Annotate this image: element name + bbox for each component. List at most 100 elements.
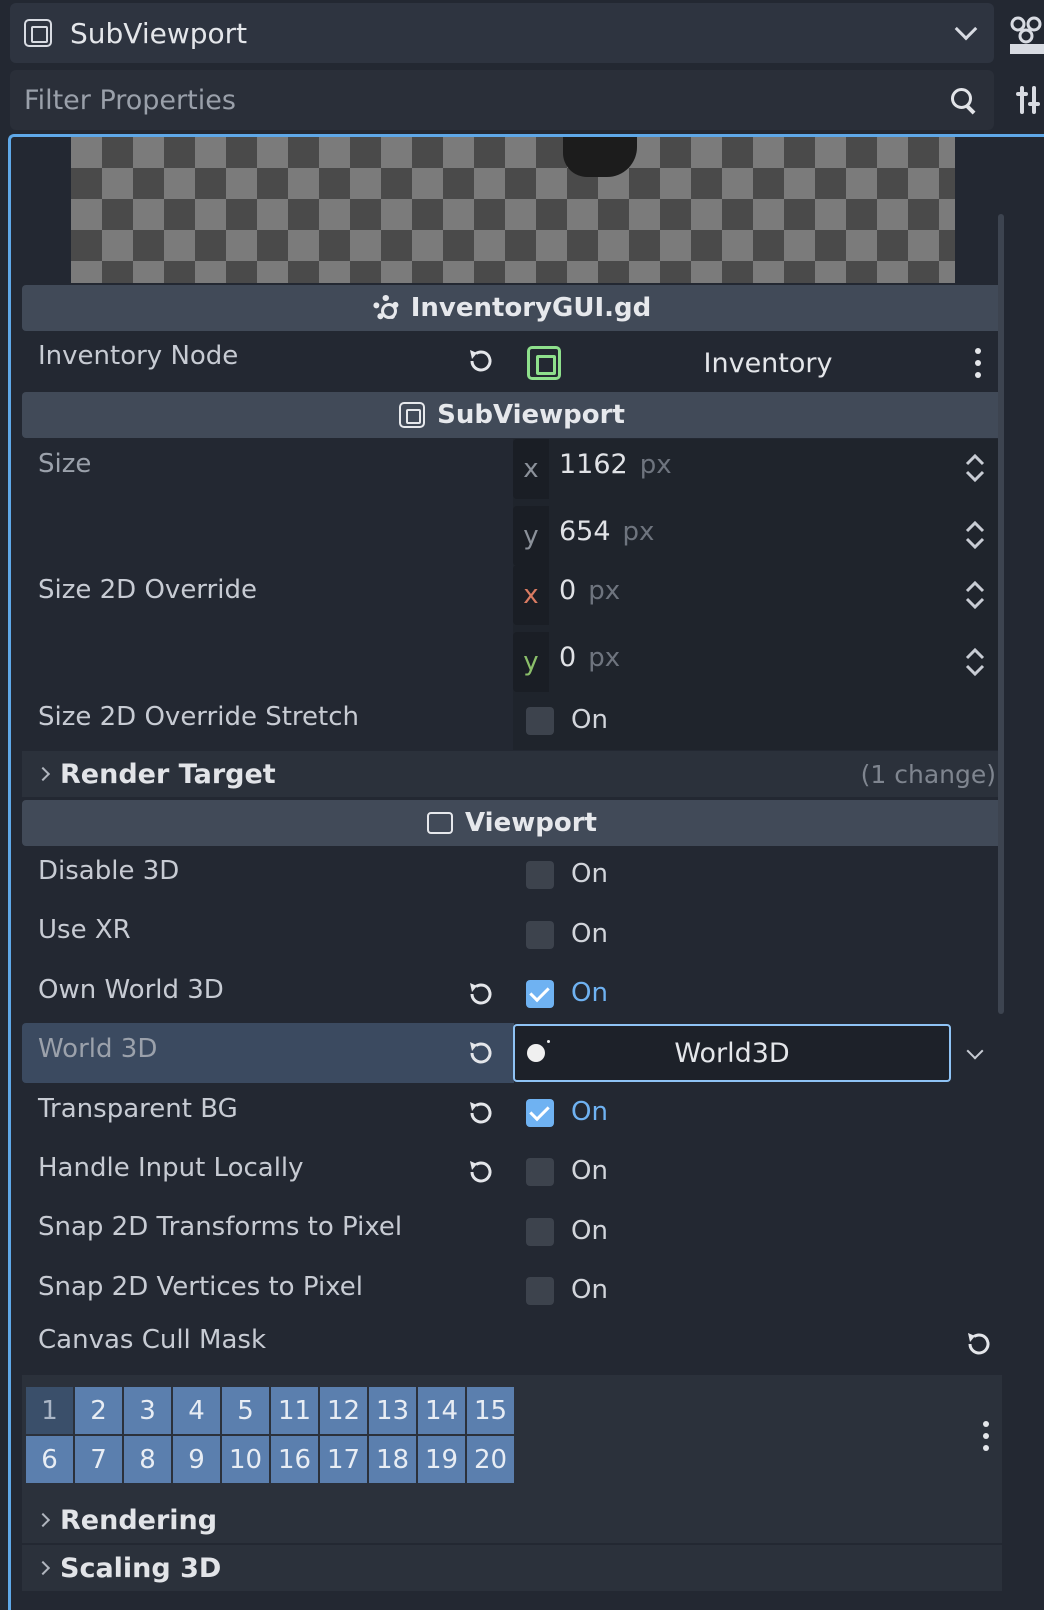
canvas-cull-mask-label: Canvas Cull Mask [38, 1325, 267, 1355]
layer-cell[interactable]: 16 [271, 1436, 318, 1483]
layer-cell[interactable]: 18 [369, 1436, 416, 1483]
layer-cell[interactable]: 19 [418, 1436, 465, 1483]
revert-icon[interactable] [466, 1099, 494, 1127]
size-2d-override-y-field[interactable]: 0 px [559, 642, 620, 673]
layer-cell[interactable]: 14 [418, 1387, 465, 1434]
size-y-axis: y [513, 506, 549, 566]
viewport-icon [427, 812, 454, 834]
layer-cell[interactable]: 17 [320, 1436, 367, 1483]
snap-2d-vertices-checkbox[interactable] [526, 1277, 554, 1305]
disable-3d-label: Disable 3D [38, 856, 180, 886]
size-x-field[interactable]: 1162 px [559, 449, 672, 480]
layer-cell[interactable]: 1 [26, 1387, 73, 1434]
render-target-group[interactable]: Render Target (1 change) [22, 751, 1002, 797]
size-label: Size [38, 449, 92, 479]
size-2d-override-y-axis: y [513, 632, 549, 692]
size-2d-override-stretch-value: On [571, 705, 608, 735]
node-selector[interactable]: SubViewport [10, 3, 994, 63]
section-viewport[interactable]: Viewport [22, 800, 1002, 846]
snap-2d-transforms-label: Snap 2D Transforms to Pixel [38, 1212, 403, 1242]
world-3d-resource-picker[interactable]: World3D [513, 1024, 951, 1082]
chevron-right-icon [35, 766, 51, 782]
size-y-field[interactable]: 654 px [559, 516, 654, 547]
snap-2d-transforms-value: On [571, 1216, 608, 1246]
transparent-bg-label: Transparent BG [38, 1094, 238, 1124]
render-target-change-note: (1 change) [860, 759, 996, 789]
layer-cell[interactable]: 6 [26, 1436, 73, 1483]
snap-2d-transforms-checkbox[interactable] [526, 1218, 554, 1246]
disable-3d-value: On [571, 859, 608, 889]
handle-input-locally-value: On [571, 1156, 608, 1186]
node-icon [527, 346, 561, 380]
documentation-icon[interactable] [1010, 14, 1044, 54]
subviewport-icon [399, 402, 426, 428]
tools-icon[interactable] [1016, 84, 1044, 116]
size-2d-override-x-value: 0 [559, 575, 577, 606]
disable-3d-checkbox[interactable] [526, 861, 554, 889]
revert-icon[interactable] [466, 1158, 494, 1186]
layer-cell[interactable]: 7 [75, 1436, 122, 1483]
more-options-icon[interactable] [975, 348, 981, 378]
search-icon [950, 87, 976, 113]
size-x-unit: px [639, 450, 672, 480]
transparent-bg-value: On [571, 1097, 608, 1127]
inventory-node-label: Inventory Node [38, 341, 239, 371]
chevron-down-icon[interactable] [954, 17, 978, 41]
layer-cell[interactable]: 9 [173, 1436, 220, 1483]
layer-cell[interactable]: 10 [222, 1436, 269, 1483]
inventory-node-value: Inventory [703, 347, 833, 379]
revert-icon[interactable] [466, 1039, 494, 1067]
filter-properties-input[interactable]: Filter Properties [10, 70, 994, 130]
layer-cell[interactable]: 11 [271, 1387, 318, 1434]
inventory-node-picker[interactable]: Inventory [513, 333, 1003, 393]
own-world-3d-label: Own World 3D [38, 975, 224, 1005]
size-2d-override-x-unit: px [588, 576, 621, 606]
world-3d-label: World 3D [38, 1034, 158, 1064]
world-3d-value: World3D [674, 1037, 790, 1069]
rendering-group[interactable]: Rendering [22, 1497, 1002, 1543]
filter-placeholder: Filter Properties [24, 84, 236, 116]
texture-preview [71, 137, 955, 283]
layer-cell[interactable]: 5 [222, 1387, 269, 1434]
layer-cell[interactable]: 4 [173, 1387, 220, 1434]
layer-cell[interactable]: 12 [320, 1387, 367, 1434]
spinner-icon[interactable] [964, 453, 986, 483]
transparent-bg-checkbox[interactable] [526, 1099, 554, 1127]
layer-cell[interactable]: 15 [467, 1387, 514, 1434]
layer-cell[interactable]: 3 [124, 1387, 171, 1434]
chevron-right-icon [35, 1512, 51, 1528]
spinner-icon[interactable] [964, 580, 986, 610]
chevron-right-icon [35, 1560, 51, 1576]
layer-cell[interactable]: 13 [369, 1387, 416, 1434]
section-script[interactable]: InventoryGUI.gd [22, 285, 1002, 331]
layer-cell[interactable]: 8 [124, 1436, 171, 1483]
use-xr-checkbox[interactable] [526, 921, 554, 949]
size-x-axis: x [513, 439, 549, 499]
revert-icon[interactable] [964, 1330, 992, 1358]
revert-icon[interactable] [466, 980, 494, 1008]
spinner-icon[interactable] [964, 520, 986, 550]
size-2d-override-stretch-checkbox[interactable] [526, 707, 554, 735]
scaling-3d-group[interactable]: Scaling 3D [22, 1545, 1002, 1591]
inspector-panel: InventoryGUI.gd Inventory Node Inventory… [8, 134, 1044, 1610]
spinner-icon[interactable] [964, 647, 986, 677]
world-3d-icon [527, 1040, 550, 1062]
node-name: SubViewport [70, 16, 248, 50]
size-2d-override-y-unit: px [588, 643, 621, 673]
chevron-down-icon[interactable] [966, 1042, 984, 1060]
size-x-value: 1162 [559, 449, 628, 480]
handle-input-locally-checkbox[interactable] [526, 1158, 554, 1186]
section-subviewport[interactable]: SubViewport [22, 392, 1002, 438]
use-xr-value: On [571, 919, 608, 949]
revert-icon[interactable] [466, 347, 494, 375]
scrollbar[interactable] [998, 214, 1004, 1014]
layer-cell[interactable]: 2 [75, 1387, 122, 1434]
snap-2d-vertices-value: On [571, 1275, 608, 1305]
size-2d-override-x-axis: x [513, 565, 549, 625]
layer-cell[interactable]: 20 [467, 1436, 514, 1483]
section-viewport-title: Viewport [465, 808, 597, 838]
size-2d-override-x-field[interactable]: 0 px [559, 575, 620, 606]
size-y-unit: px [622, 517, 655, 547]
size-2d-override-stretch-label: Size 2D Override Stretch [38, 702, 360, 732]
own-world-3d-checkbox[interactable] [526, 980, 554, 1008]
